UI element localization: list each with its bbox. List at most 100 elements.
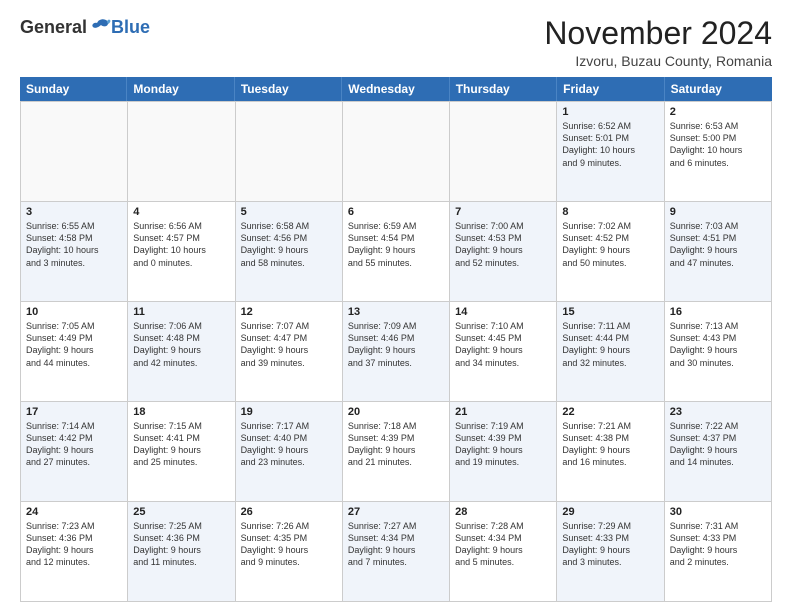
day-info: Sunrise: 7:14 AM Sunset: 4:42 PM Dayligh…: [26, 420, 122, 469]
day-number: 10: [26, 306, 122, 318]
day-info: Sunrise: 7:31 AM Sunset: 4:33 PM Dayligh…: [670, 520, 766, 569]
calendar-cell: 16 Sunrise: 7:13 AM Sunset: 4:43 PM Dayli…: [665, 302, 772, 402]
calendar-cell: 14 Sunrise: 7:10 AM Sunset: 4:45 PM Dayli…: [450, 302, 557, 402]
calendar-cell: [128, 102, 235, 202]
day-number: 29: [562, 506, 658, 518]
calendar-cell: 13 Sunrise: 7:09 AM Sunset: 4:46 PM Dayli…: [343, 302, 450, 402]
day-number: 7: [455, 206, 551, 218]
day-info: Sunrise: 7:05 AM Sunset: 4:49 PM Dayligh…: [26, 320, 122, 369]
day-info: Sunrise: 7:07 AM Sunset: 4:47 PM Dayligh…: [241, 320, 337, 369]
weekday-header: Tuesday: [235, 77, 342, 101]
calendar-cell: 21 Sunrise: 7:19 AM Sunset: 4:39 PM Dayli…: [450, 402, 557, 502]
weekday-header: Friday: [557, 77, 664, 101]
calendar-cell: 29Sunrise: 7:29 AM Sunset: 4:33 PM Dayli…: [557, 502, 664, 602]
calendar-cell: 10 Sunrise: 7:05 AM Sunset: 4:49 PM Dayli…: [21, 302, 128, 402]
weekday-header: Sunday: [20, 77, 127, 101]
day-number: 11: [133, 306, 229, 318]
day-info: Sunrise: 7:18 AM Sunset: 4:39 PM Dayligh…: [348, 420, 444, 469]
logo-bird-icon: [89, 16, 111, 38]
calendar-cell: [21, 102, 128, 202]
day-number: 5: [241, 206, 337, 218]
header: General Blue November 2024 Izvoru, Buzau…: [20, 16, 772, 69]
logo-blue-text: Blue: [111, 17, 150, 38]
calendar-row: 17Sunrise: 7:14 AM Sunset: 4:42 PM Dayli…: [21, 402, 772, 502]
day-info: Sunrise: 7:02 AM Sunset: 4:52 PM Dayligh…: [562, 220, 658, 269]
page: General Blue November 2024 Izvoru, Buzau…: [0, 0, 792, 612]
day-number: 28: [455, 506, 551, 518]
calendar-cell: [343, 102, 450, 202]
day-number: 21: [455, 406, 551, 418]
calendar-cell: 9Sunrise: 7:03 AM Sunset: 4:51 PM Daylig…: [665, 202, 772, 302]
calendar-cell: 4Sunrise: 6:56 AM Sunset: 4:57 PM Daylig…: [128, 202, 235, 302]
calendar-cell: 15Sunrise: 7:11 AM Sunset: 4:44 PM Dayli…: [557, 302, 664, 402]
calendar-cell: 23 Sunrise: 7:22 AM Sunset: 4:37 PM Dayli…: [665, 402, 772, 502]
day-number: 4: [133, 206, 229, 218]
calendar-cell: 7 Sunrise: 7:00 AM Sunset: 4:53 PM Daylig…: [450, 202, 557, 302]
day-number: 8: [562, 206, 658, 218]
day-info: Sunrise: 7:21 AM Sunset: 4:38 PM Dayligh…: [562, 420, 658, 469]
day-info: Sunrise: 7:28 AM Sunset: 4:34 PM Dayligh…: [455, 520, 551, 569]
day-info: Sunrise: 7:00 AM Sunset: 4:53 PM Dayligh…: [455, 220, 551, 269]
calendar-row: 3 Sunrise: 6:55 AM Sunset: 4:58 PM Daylig…: [21, 202, 772, 302]
calendar-body: 1 Sunrise: 6:52 AM Sunset: 5:01 PM Daylig…: [20, 101, 772, 602]
calendar-cell: 30 Sunrise: 7:31 AM Sunset: 4:33 PM Dayli…: [665, 502, 772, 602]
calendar-cell: [236, 102, 343, 202]
calendar-row: 24 Sunrise: 7:23 AM Sunset: 4:36 PM Dayli…: [21, 502, 772, 602]
day-info: Sunrise: 6:52 AM Sunset: 5:01 PM Dayligh…: [562, 120, 658, 169]
day-info: Sunrise: 6:59 AM Sunset: 4:54 PM Dayligh…: [348, 220, 444, 269]
day-number: 24: [26, 506, 122, 518]
day-number: 6: [348, 206, 444, 218]
day-number: 18: [133, 406, 229, 418]
day-info: Sunrise: 7:26 AM Sunset: 4:35 PM Dayligh…: [241, 520, 337, 569]
calendar-cell: 2Sunrise: 6:53 AM Sunset: 5:00 PM Daylig…: [665, 102, 772, 202]
title-area: November 2024 Izvoru, Buzau County, Roma…: [544, 16, 772, 69]
day-number: 30: [670, 506, 766, 518]
day-info: Sunrise: 7:22 AM Sunset: 4:37 PM Dayligh…: [670, 420, 766, 469]
day-number: 22: [562, 406, 658, 418]
day-number: 12: [241, 306, 337, 318]
day-info: Sunrise: 7:17 AM Sunset: 4:40 PM Dayligh…: [241, 420, 337, 469]
day-info: Sunrise: 7:19 AM Sunset: 4:39 PM Dayligh…: [455, 420, 551, 469]
calendar-cell: 3 Sunrise: 6:55 AM Sunset: 4:58 PM Daylig…: [21, 202, 128, 302]
day-number: 15: [562, 306, 658, 318]
calendar: SundayMondayTuesdayWednesdayThursdayFrid…: [20, 77, 772, 602]
calendar-cell: 6 Sunrise: 6:59 AM Sunset: 4:54 PM Daylig…: [343, 202, 450, 302]
day-info: Sunrise: 6:58 AM Sunset: 4:56 PM Dayligh…: [241, 220, 337, 269]
day-number: 20: [348, 406, 444, 418]
day-number: 3: [26, 206, 122, 218]
month-title: November 2024: [544, 16, 772, 51]
calendar-cell: 27 Sunrise: 7:27 AM Sunset: 4:34 PM Dayli…: [343, 502, 450, 602]
calendar-row: 10 Sunrise: 7:05 AM Sunset: 4:49 PM Dayli…: [21, 302, 772, 402]
calendar-cell: 17Sunrise: 7:14 AM Sunset: 4:42 PM Dayli…: [21, 402, 128, 502]
calendar-cell: 19 Sunrise: 7:17 AM Sunset: 4:40 PM Dayli…: [236, 402, 343, 502]
day-number: 27: [348, 506, 444, 518]
location: Izvoru, Buzau County, Romania: [544, 53, 772, 69]
day-info: Sunrise: 7:10 AM Sunset: 4:45 PM Dayligh…: [455, 320, 551, 369]
day-number: 1: [562, 106, 658, 118]
day-number: 19: [241, 406, 337, 418]
calendar-cell: 12 Sunrise: 7:07 AM Sunset: 4:47 PM Dayli…: [236, 302, 343, 402]
day-info: Sunrise: 7:25 AM Sunset: 4:36 PM Dayligh…: [133, 520, 229, 569]
weekday-header: Thursday: [450, 77, 557, 101]
day-info: Sunrise: 7:09 AM Sunset: 4:46 PM Dayligh…: [348, 320, 444, 369]
day-info: Sunrise: 6:53 AM Sunset: 5:00 PM Dayligh…: [670, 120, 766, 169]
day-info: Sunrise: 7:06 AM Sunset: 4:48 PM Dayligh…: [133, 320, 229, 369]
day-info: Sunrise: 7:23 AM Sunset: 4:36 PM Dayligh…: [26, 520, 122, 569]
day-number: 23: [670, 406, 766, 418]
day-info: Sunrise: 7:27 AM Sunset: 4:34 PM Dayligh…: [348, 520, 444, 569]
day-info: Sunrise: 6:55 AM Sunset: 4:58 PM Dayligh…: [26, 220, 122, 269]
day-number: 25: [133, 506, 229, 518]
calendar-cell: 18 Sunrise: 7:15 AM Sunset: 4:41 PM Dayli…: [128, 402, 235, 502]
day-number: 9: [670, 206, 766, 218]
day-number: 13: [348, 306, 444, 318]
calendar-cell: 24 Sunrise: 7:23 AM Sunset: 4:36 PM Dayli…: [21, 502, 128, 602]
day-number: 16: [670, 306, 766, 318]
day-number: 14: [455, 306, 551, 318]
calendar-cell: 5 Sunrise: 6:58 AM Sunset: 4:56 PM Daylig…: [236, 202, 343, 302]
weekday-header: Saturday: [665, 77, 772, 101]
calendar-cell: 22 Sunrise: 7:21 AM Sunset: 4:38 PM Dayli…: [557, 402, 664, 502]
day-info: Sunrise: 7:13 AM Sunset: 4:43 PM Dayligh…: [670, 320, 766, 369]
calendar-header: SundayMondayTuesdayWednesdayThursdayFrid…: [20, 77, 772, 101]
calendar-cell: 26Sunrise: 7:26 AM Sunset: 4:35 PM Dayli…: [236, 502, 343, 602]
day-info: Sunrise: 7:15 AM Sunset: 4:41 PM Dayligh…: [133, 420, 229, 469]
